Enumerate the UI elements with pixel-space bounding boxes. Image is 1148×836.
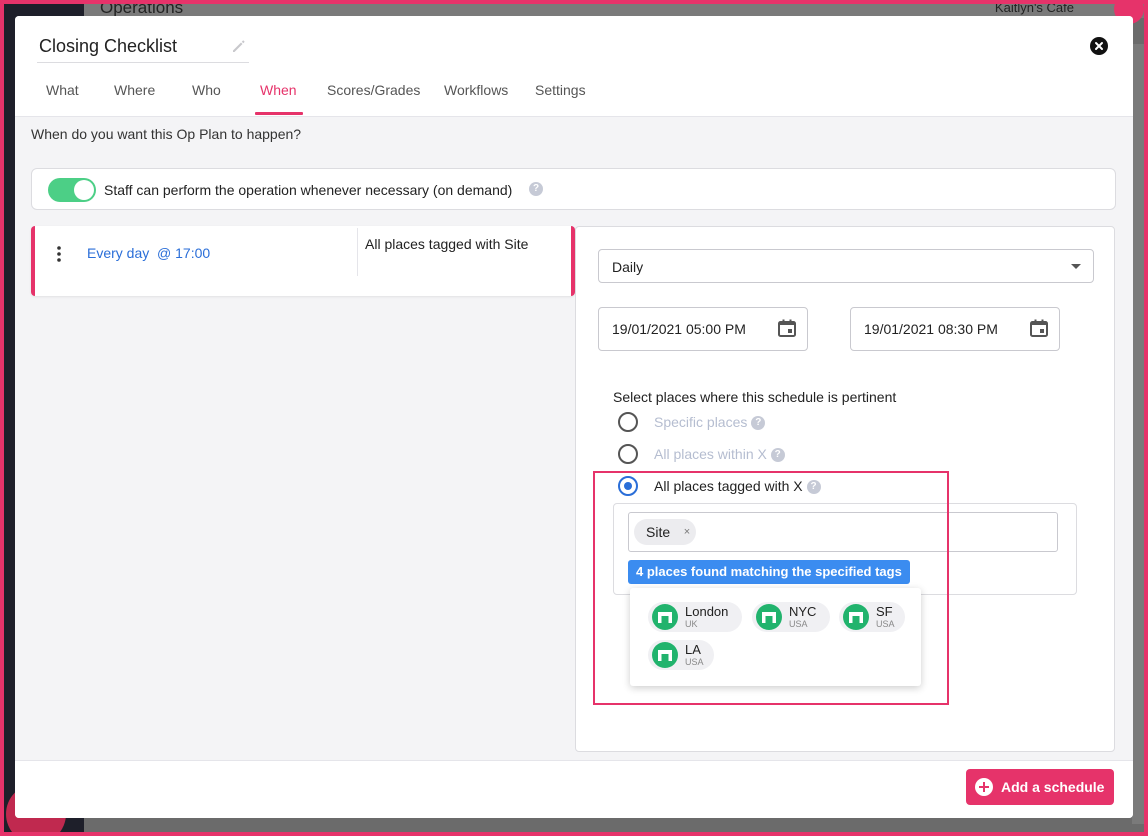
modal-header: Closing Checklist What Where Who When Sc… (15, 16, 1133, 117)
frequency-value: Daily (612, 259, 644, 275)
bg-user-name: Kaitlyn's Cafe (994, 4, 1074, 15)
radio-button[interactable] (618, 412, 638, 432)
places-label: Select places where this schedule is per… (613, 389, 897, 405)
tab-bar: What Where Who When Scores/Grades Workfl… (15, 82, 1133, 116)
tab-who[interactable]: Who (192, 82, 221, 98)
end-datetime-field[interactable]: 19/01/2021 08:30 PM (850, 307, 1060, 351)
active-tab-indicator (255, 112, 303, 115)
tab-settings[interactable]: Settings (535, 82, 586, 98)
bg-scroll-area (1132, 44, 1144, 824)
help-icon[interactable]: ? (529, 182, 543, 196)
tab-scores-grades[interactable]: Scores/Grades (327, 82, 420, 98)
on-demand-label: Staff can perform the operation whenever… (104, 182, 513, 198)
help-icon[interactable]: ? (770, 448, 785, 463)
radio-label: Specific places ? (654, 414, 766, 431)
tab-workflows[interactable]: Workflows (444, 82, 508, 98)
kebab-menu-icon[interactable] (57, 244, 61, 264)
start-datetime-field[interactable]: 19/01/2021 05:00 PM (598, 307, 808, 351)
modal-footer: Add a schedule (15, 760, 1133, 818)
radio-button[interactable] (618, 444, 638, 464)
title-underline (37, 62, 249, 63)
annotation-highlight-box (593, 471, 949, 705)
frequency-select[interactable]: Daily (598, 249, 1094, 283)
when-question: When do you want this Op Plan to happen? (31, 126, 302, 142)
plus-circle-icon (975, 778, 993, 796)
schedule-places: All places tagged with Site (365, 236, 529, 252)
end-datetime-value: 19/01/2021 08:30 PM (864, 321, 998, 337)
on-demand-row: Staff can perform the operation whenever… (31, 168, 1116, 210)
toggle-knob (74, 180, 94, 200)
calendar-icon[interactable] (1029, 318, 1049, 338)
modal-title[interactable]: Closing Checklist (39, 36, 177, 57)
help-icon[interactable]: ? (751, 416, 766, 431)
add-schedule-label: Add a schedule (1001, 779, 1105, 795)
tab-where[interactable]: Where (114, 82, 155, 98)
pencil-icon[interactable] (231, 38, 247, 54)
close-icon[interactable] (1090, 37, 1108, 55)
add-schedule-button[interactable]: Add a schedule (966, 769, 1114, 805)
schedule-time: Every day @ 17:00 (87, 245, 211, 261)
tab-what[interactable]: What (46, 82, 79, 98)
radio-label: All places within X ? (654, 446, 785, 463)
on-demand-toggle[interactable] (48, 178, 96, 202)
calendar-icon[interactable] (777, 318, 797, 338)
op-plan-modal: Closing Checklist What Where Who When Sc… (15, 16, 1133, 818)
tab-when[interactable]: When (260, 82, 297, 98)
schedule-card[interactable]: Every day @ 17:00 All places tagged with… (31, 226, 575, 296)
chevron-down-icon (1071, 264, 1081, 269)
start-datetime-value: 19/01/2021 05:00 PM (612, 321, 746, 337)
schedule-divider (357, 228, 358, 276)
